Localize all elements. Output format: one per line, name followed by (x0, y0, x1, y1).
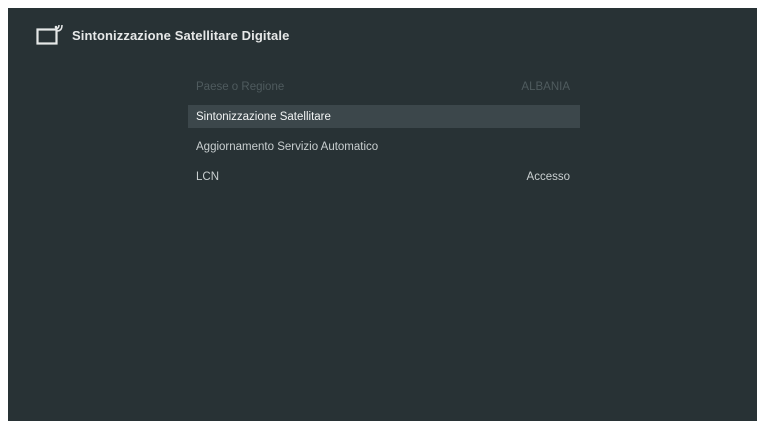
menu-item-country-region: Paese o Regione ALBANIA (188, 75, 580, 98)
menu-item-label: Paese o Regione (196, 80, 285, 93)
menu-item-value: Accesso (526, 170, 570, 183)
menu-item-label: LCN (196, 170, 220, 183)
satellite-tv-icon (36, 23, 64, 47)
settings-menu: Paese o Regione ALBANIA Sintonizzazione … (188, 75, 580, 195)
menu-item-label: Sintonizzazione Satellitare (196, 110, 331, 123)
menu-item-auto-service-update[interactable]: Aggiornamento Servizio Automatico (188, 135, 580, 158)
menu-item-lcn[interactable]: LCN Accesso (188, 165, 580, 188)
menu-item-value: ALBANIA (521, 80, 570, 93)
tv-screen: Sintonizzazione Satellitare Digitale Pae… (8, 8, 757, 421)
page-title: Sintonizzazione Satellitare Digitale (72, 27, 290, 43)
header: Sintonizzazione Satellitare Digitale (36, 20, 289, 50)
menu-item-satellite-tuning[interactable]: Sintonizzazione Satellitare (188, 105, 580, 128)
menu-item-label: Aggiornamento Servizio Automatico (196, 140, 379, 153)
